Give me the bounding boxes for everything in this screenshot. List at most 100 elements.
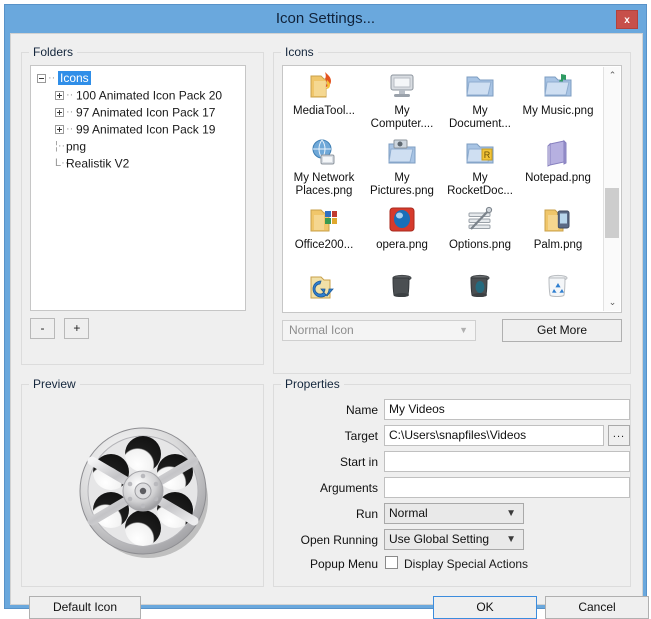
tree-item-label: Icons (58, 71, 91, 86)
icon-item-office2000[interactable]: Office200... (285, 204, 363, 271)
tree-toggle-minus-icon[interactable] (37, 74, 46, 84)
folder-pictures-icon (363, 137, 441, 171)
scroll-up-icon[interactable]: ⌃ (604, 67, 621, 84)
browse-button[interactable]: ... (608, 425, 630, 446)
scroll-down-icon[interactable]: ⌄ (604, 294, 621, 311)
tree-item-pack99[interactable]: ·· 99 Animated Icon Pack 19 (31, 121, 245, 138)
tree-toggle-plus-icon[interactable] (55, 125, 64, 135)
icon-item-my-documents[interactable]: My Document... (441, 70, 519, 137)
icon-item-opera[interactable]: opera.png (363, 204, 441, 271)
target-row: Target C:\Users\snapfiles\Videos ... (274, 425, 630, 447)
icon-item-my-rocketdock[interactable]: R My RocketDoc... (441, 137, 519, 204)
open-running-select[interactable]: Use Global Setting ▼ (384, 529, 524, 550)
icon-item-my-computer[interactable]: My Computer.... (363, 70, 441, 137)
folder-documents-icon (441, 70, 519, 104)
name-field[interactable]: My Videos (384, 399, 630, 420)
icon-item-recycle-bin[interactable] (519, 271, 597, 312)
tree-item-label: 97 Animated Icon Pack 17 (76, 105, 216, 120)
run-value: Normal (389, 506, 428, 520)
open-running-label: Open Running (300, 533, 378, 547)
icon-item-label: Palm.png (533, 239, 583, 251)
start-in-row: Start in (274, 451, 630, 473)
icon-item-label: Notepad.png (525, 172, 591, 184)
preview-area (23, 397, 262, 584)
tree-item-pack100[interactable]: ·· 100 Animated Icon Pack 20 (31, 87, 245, 104)
opera-icon (363, 204, 441, 238)
icon-item-label: My Pictures.png (370, 172, 434, 197)
icon-item-my-network-places[interactable]: My Network Places.png (285, 137, 363, 204)
svg-text:R: R (484, 150, 491, 160)
display-special-actions-checkbox[interactable] (385, 556, 398, 569)
properties-group-label: Properties (281, 377, 344, 391)
folder-rocketdock-icon: R (441, 137, 519, 171)
icons-group: Icons MediaTool... My Computer.... My Do… (273, 45, 631, 374)
icon-type-value: Normal Icon (289, 323, 354, 337)
icon-item-label: Office200... (294, 239, 354, 251)
icon-item-label: Options.png (448, 239, 511, 251)
icons-grid: MediaTool... My Computer.... My Document… (283, 66, 603, 312)
target-field[interactable]: C:\Users\snapfiles\Videos (384, 425, 604, 446)
arguments-label: Arguments (319, 481, 378, 495)
tree-item-pack97[interactable]: ·· 97 Animated Icon Pack 17 (31, 104, 245, 121)
icon-item-notepad[interactable]: Notepad.png (519, 137, 597, 204)
icon-item-folder-refresh[interactable] (285, 271, 363, 312)
run-select[interactable]: Normal ▼ (384, 503, 524, 524)
add-folder-button[interactable]: + (64, 318, 90, 339)
icon-item-my-pictures[interactable]: My Pictures.png (363, 137, 441, 204)
tree-toggle-plus-icon[interactable] (55, 108, 64, 118)
icon-item-mediatool[interactable]: MediaTool... (285, 70, 363, 137)
icon-item-trash-dark[interactable] (363, 271, 441, 312)
preview-group-label: Preview (29, 377, 80, 391)
tree-item-label: 100 Animated Icon Pack 20 (76, 88, 223, 103)
close-icon[interactable]: x (616, 10, 638, 29)
folder-buttons: - + (30, 318, 95, 339)
open-running-value: Use Global Setting (389, 532, 490, 546)
tree-item-label: 99 Animated Icon Pack 19 (76, 122, 216, 137)
icon-item-label: MediaTool... (292, 105, 355, 117)
options-sliders-icon (441, 204, 519, 238)
remove-folder-button[interactable]: - (30, 318, 55, 339)
icons-list[interactable]: MediaTool... My Computer.... My Document… (282, 65, 622, 313)
start-in-field[interactable] (384, 451, 630, 472)
tree-toggle-plus-icon[interactable] (55, 91, 64, 101)
icon-settings-window: Icon Settings... x Folders ·· Icons ·· 100… (4, 4, 649, 619)
scrollbar-thumb[interactable] (605, 188, 619, 238)
folder-refresh-icon (285, 271, 363, 305)
name-row: Name My Videos (274, 399, 630, 421)
tree-line-icon: L·· (55, 157, 69, 170)
run-label: Run (355, 507, 378, 521)
network-globe-icon (285, 137, 363, 171)
monitor-icon (363, 70, 441, 104)
preview-group: Preview (21, 377, 264, 587)
cancel-button[interactable]: Cancel (545, 596, 649, 619)
ok-button[interactable]: OK (433, 596, 537, 619)
icon-item-label: My Computer.... (370, 105, 434, 130)
film-reel-svg (79, 427, 208, 558)
folder-office-icon (285, 204, 363, 238)
icon-item-my-music[interactable]: My Music.png (519, 70, 597, 137)
folders-group: Folders ·· Icons ·· 100 Animated Icon Pack… (21, 45, 264, 365)
icon-item-options[interactable]: Options.png (441, 204, 519, 271)
default-icon-button[interactable]: Default Icon (29, 596, 141, 619)
chevron-down-icon: ▼ (506, 534, 516, 545)
icon-type-select[interactable]: Normal Icon ▼ (282, 320, 476, 341)
trash-teal-icon (441, 271, 519, 305)
icon-item-trash-teal[interactable] (441, 271, 519, 312)
icon-item-label: My Network Places.png (293, 172, 355, 197)
icon-item-palm[interactable]: Palm.png (519, 204, 597, 271)
icons-scrollbar[interactable]: ⌃ ⌄ (603, 67, 620, 311)
folder-tree[interactable]: ·· Icons ·· 100 Animated Icon Pack 20 ·· 97… (30, 65, 246, 311)
name-label: Name (345, 403, 378, 417)
display-special-actions-label[interactable]: Display Special Actions (404, 553, 528, 575)
run-row: Run Normal ▼ (274, 503, 630, 525)
folder-palm-icon (519, 204, 597, 238)
chevron-down-icon: ▼ (459, 325, 468, 335)
icons-group-label: Icons (281, 45, 318, 59)
tree-item-realistik[interactable]: L··Realistik V2 (31, 155, 245, 172)
tree-item-icons[interactable]: ·· Icons (31, 70, 245, 87)
tree-item-png[interactable]: ¦··png (31, 138, 245, 155)
popup-menu-row: Popup Menu Display Special Actions (274, 553, 630, 575)
arguments-field[interactable] (384, 477, 630, 498)
icon-item-label: My Music.png (522, 105, 594, 117)
get-more-button[interactable]: Get More (502, 319, 622, 342)
